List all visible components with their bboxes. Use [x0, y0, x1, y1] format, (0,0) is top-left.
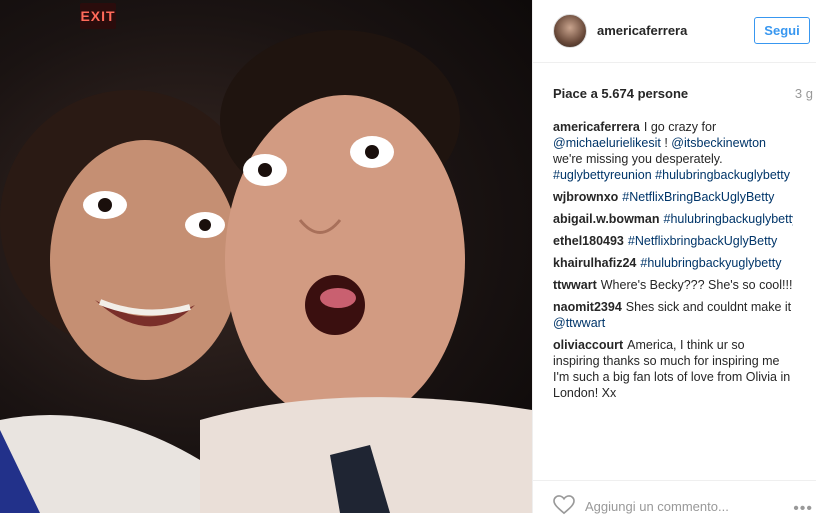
comment-bar: Aggiungi un commento... •••	[533, 480, 816, 517]
add-comment-input[interactable]: Aggiungi un commento...	[585, 499, 729, 514]
comment-item: naomit2394 Shes sick and couldnt make it …	[553, 299, 793, 331]
post-age[interactable]: 3 g	[795, 86, 813, 101]
comment-username[interactable]: oliviaccourt	[553, 338, 623, 352]
more-options-icon[interactable]: •••	[793, 500, 813, 518]
heart-icon[interactable]	[553, 495, 575, 515]
comments-list: americaferrera I go crazy for @michaeluri…	[553, 119, 793, 476]
comment-text: Shes sick and couldnt make it	[625, 300, 792, 314]
comment-username[interactable]: ethel180493	[553, 234, 624, 248]
instagram-post-view: EXIT americaferrera Segui Piace a 5.674 …	[0, 0, 816, 517]
comment-item: khairulhafiz24 #hulubringbackyuglybetty	[553, 255, 793, 271]
mention-link[interactable]: @itsbeckinewton	[671, 136, 766, 150]
follow-button[interactable]: Segui	[754, 17, 810, 44]
hashtag-link[interactable]: #NetflixbringbackUglyBetty	[628, 234, 777, 248]
comment-item: ttwwart Where's Becky??? She's so cool!!!	[553, 277, 793, 293]
comment-item: abigail.w.bowman #hulubringbackuglybetty	[553, 211, 793, 227]
hashtag-link[interactable]: #hulubringbackyuglybetty	[640, 256, 781, 270]
hashtag-link[interactable]: #uglybettyreunion	[553, 168, 652, 182]
hashtag-link[interactable]: #NetflixBringBackUglyBetty	[622, 190, 774, 204]
comment-username[interactable]: khairulhafiz24	[553, 256, 636, 270]
comment-item: wjbrownxo #NetflixBringBackUglyBetty	[553, 189, 793, 205]
comment-text: Where's Becky??? She's so cool!!!	[600, 278, 793, 292]
photo-subjects	[0, 30, 532, 513]
comment-item: americaferrera I go crazy for @michaeluri…	[553, 119, 793, 183]
hashtag-link[interactable]: #hulubringbackuglybetty	[664, 212, 794, 226]
author-username[interactable]: americaferrera	[597, 23, 687, 38]
hashtag-link[interactable]: #hulubringbackuglybetty	[655, 168, 790, 182]
mention-link[interactable]: @michaelurielikesit	[553, 136, 661, 150]
comment-text: !	[660, 136, 672, 150]
comment-text: we're missing you desperately.	[553, 152, 723, 166]
mention-link[interactable]: @ttwwart	[553, 316, 605, 330]
comment-username[interactable]: wjbrownxo	[553, 190, 618, 204]
comment-item: oliviaccourt America, I think ur so inspi…	[553, 337, 793, 401]
comment-username[interactable]: americaferrera	[553, 120, 640, 134]
post-sidebar: americaferrera Segui Piace a 5.674 perso…	[532, 0, 816, 517]
post-photo[interactable]: EXIT	[0, 0, 532, 513]
like-count[interactable]: Piace a 5.674 persone	[553, 86, 688, 101]
comment-text: I go crazy for	[643, 120, 717, 134]
comment-item: ethel180493 #NetflixbringbackUglyBetty	[553, 233, 793, 249]
comment-username[interactable]: ttwwart	[553, 278, 597, 292]
comment-username[interactable]: naomit2394	[553, 300, 622, 314]
avatar[interactable]	[553, 14, 587, 48]
comment-username[interactable]: abigail.w.bowman	[553, 212, 660, 226]
post-header: americaferrera Segui	[533, 0, 816, 63]
